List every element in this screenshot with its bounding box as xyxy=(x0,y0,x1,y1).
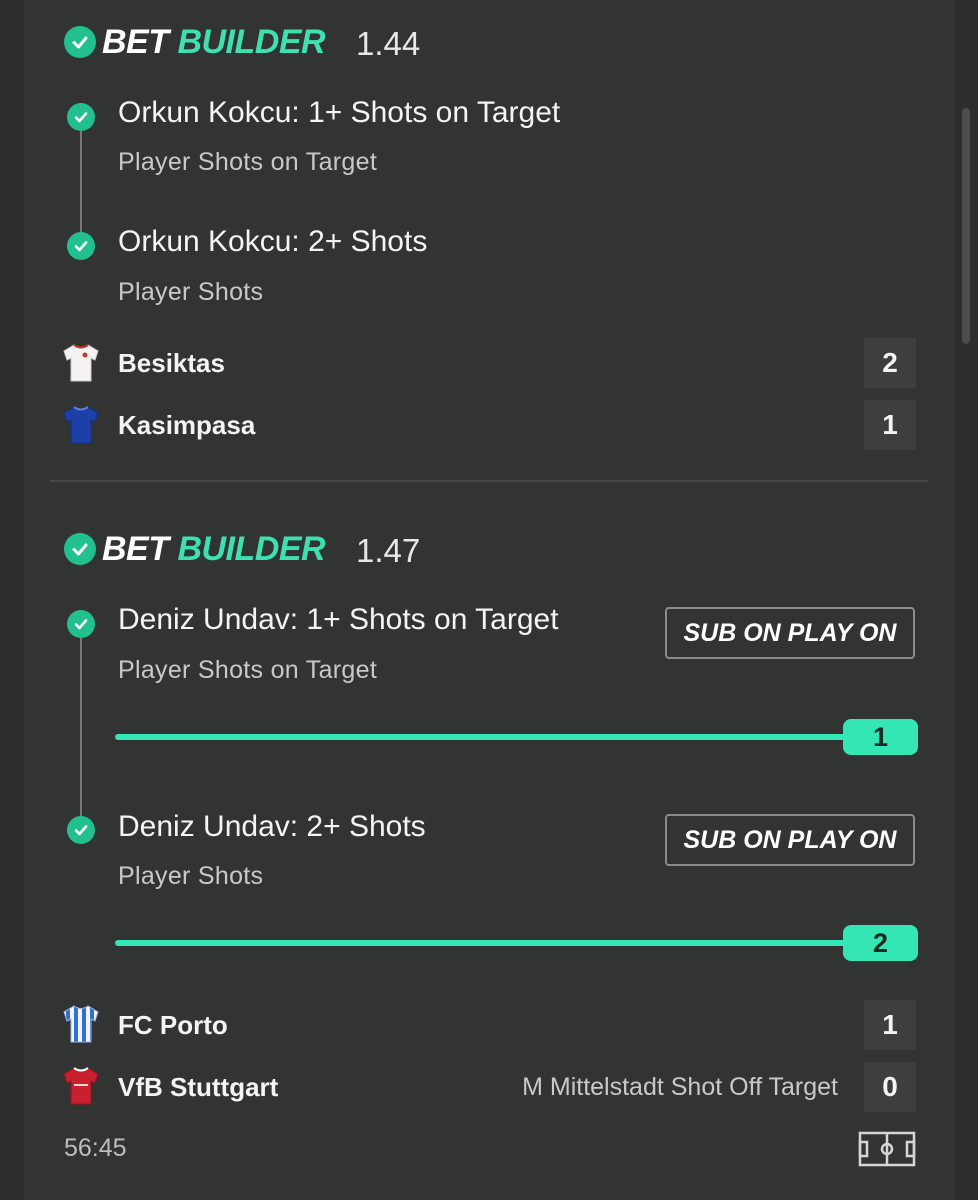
progress-track xyxy=(115,940,855,946)
sub-on-play-on-button[interactable]: SUB ON PLAY ON xyxy=(665,814,915,866)
leg-subtitle: Player Shots on Target xyxy=(118,656,378,684)
team-score: 1 xyxy=(864,1000,916,1050)
match-event-text: M Mittelstadt Shot Off Target xyxy=(522,1073,838,1101)
leg-title: Orkun Kokcu: 1+ Shots on Target xyxy=(118,96,561,129)
team-score: 2 xyxy=(864,338,916,388)
leg-title: Deniz Undav: 2+ Shots xyxy=(118,810,426,843)
progress-value-badge: 2 xyxy=(843,925,918,961)
team-score: 0 xyxy=(864,1062,916,1112)
leg-connector-line xyxy=(80,638,82,818)
bet-builder-title-bet: BET xyxy=(102,23,169,61)
team-name: VfB Stuttgart xyxy=(118,1072,279,1102)
leg-subtitle: Player Shots on Target xyxy=(118,148,378,176)
leg-subtitle: Player Shots xyxy=(118,862,264,890)
bet-builder-title: BET BUILDER xyxy=(102,23,326,62)
sub-on-play-on-button[interactable]: SUB ON PLAY ON xyxy=(665,607,915,659)
bet-builder-title: BET BUILDER xyxy=(102,530,326,569)
bet-builder-odds: 1.44 xyxy=(356,25,421,62)
team-score: 1 xyxy=(864,400,916,450)
leg-check-icon xyxy=(67,103,95,131)
leg-connector-line xyxy=(80,130,82,242)
leg-check-icon xyxy=(67,232,95,260)
bet-builder-title-builder: BUILDER xyxy=(177,23,326,61)
team-name: Besiktas xyxy=(118,348,225,378)
blue-shirt-icon xyxy=(62,405,100,450)
leg-check-icon xyxy=(67,816,95,844)
progress-value-badge: 1 xyxy=(843,719,918,755)
match-clock: 56:45 xyxy=(64,1134,127,1162)
leg-title: Orkun Kokcu: 2+ Shots xyxy=(118,225,428,258)
bet-builder-odds: 1.47 xyxy=(356,532,421,569)
white-red-shirt-icon xyxy=(62,343,100,388)
bet-builder-check-icon xyxy=(64,26,96,58)
bet-builder-check-icon xyxy=(64,533,96,565)
section-divider xyxy=(50,480,928,482)
team-name: Kasimpasa xyxy=(118,410,256,440)
leg-title: Deniz Undav: 1+ Shots on Target xyxy=(118,603,559,636)
pitch-icon[interactable] xyxy=(858,1131,916,1172)
progress-track xyxy=(115,734,855,740)
leg-check-icon xyxy=(67,610,95,638)
bet-builder-title-bet: BET xyxy=(102,530,169,568)
leg-subtitle: Player Shots xyxy=(118,278,264,306)
blue-white-striped-shirt-icon xyxy=(62,1004,100,1049)
bet-builder-title-builder: BUILDER xyxy=(177,530,326,568)
red-shirt-icon xyxy=(62,1066,100,1111)
scrollbar[interactable] xyxy=(962,108,970,344)
team-name: FC Porto xyxy=(118,1010,228,1040)
